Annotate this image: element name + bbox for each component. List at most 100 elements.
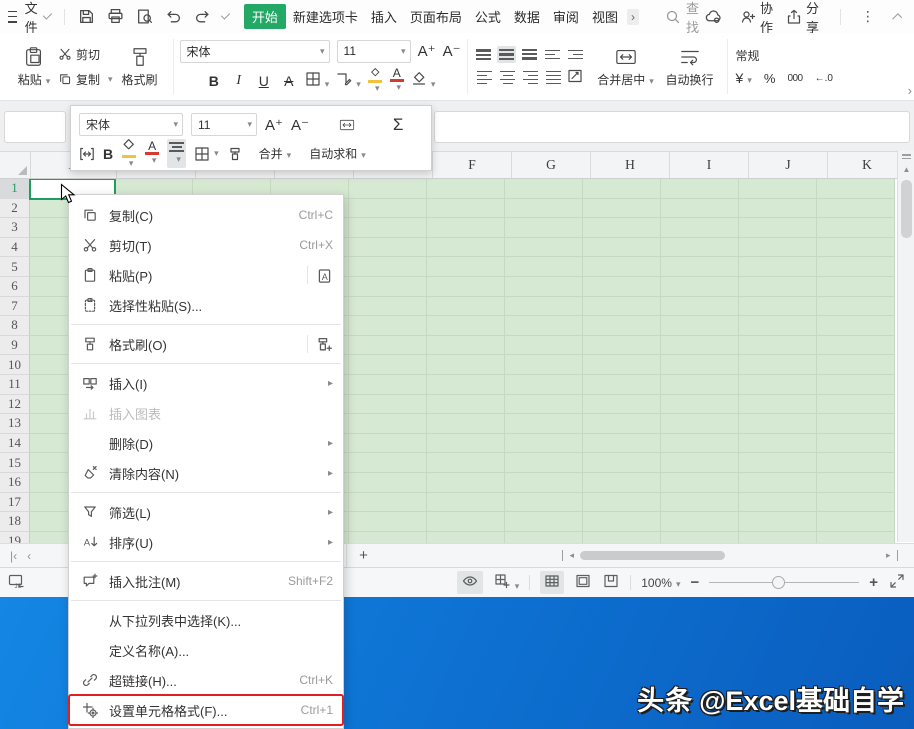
cell-H15[interactable] — [583, 453, 661, 473]
menu-item-format-painter[interactable]: 格式刷(O) — [69, 329, 343, 359]
cell-I8[interactable] — [661, 316, 739, 336]
column-header-H[interactable]: H — [591, 152, 670, 178]
cell-H9[interactable] — [583, 336, 661, 356]
cell-I13[interactable] — [661, 414, 739, 434]
cell-I2[interactable] — [661, 199, 739, 219]
menu-item-format-cells[interactable]: 设置单元格格式(F)...Ctrl+1 — [69, 695, 343, 725]
cell-E19[interactable] — [349, 532, 427, 543]
cell-F2[interactable] — [427, 199, 505, 219]
column-header-K[interactable]: K — [828, 152, 907, 178]
row-header-12[interactable]: 12 — [0, 395, 30, 415]
cell-F3[interactable] — [427, 218, 505, 238]
cell-H14[interactable] — [583, 434, 661, 454]
scrollbar-grip-icon[interactable] — [902, 158, 911, 160]
cell-H3[interactable] — [583, 218, 661, 238]
cell-G5[interactable] — [505, 257, 583, 277]
cell-J2[interactable] — [739, 199, 817, 219]
cell-I18[interactable] — [661, 512, 739, 532]
cell-E2[interactable] — [349, 199, 427, 219]
mini-merge-button[interactable]: 合并 — [259, 145, 292, 162]
cell-E13[interactable] — [349, 414, 427, 434]
cell-J14[interactable] — [739, 434, 817, 454]
cell-E12[interactable] — [349, 395, 427, 415]
format-painter-button[interactable]: 格式刷 — [113, 46, 167, 88]
menu-item-insert[interactable]: 插入(I)▸ — [69, 368, 343, 398]
cell-K10[interactable] — [817, 355, 895, 375]
merge-center-button[interactable]: 合并居中 — [593, 46, 659, 88]
cell-F16[interactable] — [427, 473, 505, 493]
tab-overflow-icon[interactable]: › — [627, 9, 639, 25]
mini-font-name-combo[interactable]: 宋体 — [79, 113, 183, 136]
mini-merge-icon[interactable] — [339, 117, 355, 133]
cell-J17[interactable] — [739, 493, 817, 513]
fill-color-button[interactable] — [368, 68, 383, 94]
cell-J9[interactable] — [739, 336, 817, 356]
cell-J4[interactable] — [739, 238, 817, 258]
search-box[interactable]: 查找 — [665, 0, 699, 36]
paste-button[interactable]: 粘贴 — [10, 46, 58, 88]
tab-审阅[interactable]: 审阅 — [547, 4, 585, 29]
prev-sheet-icon[interactable]: ‹ — [27, 549, 31, 563]
cell-G13[interactable] — [505, 414, 583, 434]
grow-font-button[interactable]: A⁺ — [418, 42, 436, 60]
cut-button[interactable]: 剪切 — [58, 46, 113, 63]
increase-indent-icon[interactable] — [566, 47, 585, 63]
cell-I6[interactable] — [661, 277, 739, 297]
cell-E15[interactable] — [349, 453, 427, 473]
scrollbar-grip-icon[interactable] — [902, 154, 911, 156]
cell-I14[interactable] — [661, 434, 739, 454]
cell-K14[interactable] — [817, 434, 895, 454]
cell-K18[interactable] — [817, 512, 895, 532]
cell-H17[interactable] — [583, 493, 661, 513]
cell-K2[interactable] — [817, 199, 895, 219]
menu-item-sort[interactable]: A排序(U)▸ — [69, 527, 343, 557]
menu-item-insert-comment[interactable]: 插入批注(M)Shift+F2 — [69, 566, 343, 596]
row-header-6[interactable]: 6 — [0, 277, 30, 297]
row-header-15[interactable]: 15 — [0, 453, 30, 473]
row-header-17[interactable]: 17 — [0, 493, 30, 513]
cell-G6[interactable] — [505, 277, 583, 297]
cell-G15[interactable] — [505, 453, 583, 473]
cell-J16[interactable] — [739, 473, 817, 493]
normal-view-icon[interactable] — [540, 571, 564, 594]
percent-button[interactable]: % — [764, 71, 776, 86]
cell-F11[interactable] — [427, 375, 505, 395]
mini-borders-button[interactable] — [194, 146, 219, 162]
add-sheet-button[interactable]: + — [359, 547, 368, 564]
row-header-13[interactable]: 13 — [0, 414, 30, 434]
thousands-separator-button[interactable]: 000 — [787, 73, 802, 84]
cell-J3[interactable] — [739, 218, 817, 238]
cell-H12[interactable] — [583, 395, 661, 415]
italic-button[interactable]: I — [230, 73, 248, 89]
cell-K5[interactable] — [817, 257, 895, 277]
first-sheet-icon[interactable]: |‹ — [10, 549, 17, 563]
mini-fill-color-button[interactable] — [121, 138, 137, 169]
row-header-18[interactable]: 18 — [0, 512, 30, 532]
wrap-text-button[interactable]: 自动换行 — [659, 46, 721, 88]
cell-K9[interactable] — [817, 336, 895, 356]
cell-F6[interactable] — [427, 277, 505, 297]
tab-开始[interactable]: 开始 — [244, 4, 286, 29]
cell-G8[interactable] — [505, 316, 583, 336]
cell-F10[interactable] — [427, 355, 505, 375]
cell-J1[interactable] — [739, 179, 817, 199]
font-name-combo[interactable]: 宋体 — [180, 40, 330, 63]
cell-J6[interactable] — [739, 277, 817, 297]
menu-item-filter[interactable]: 筛选(L)▸ — [69, 497, 343, 527]
cell-I11[interactable] — [661, 375, 739, 395]
row-header-9[interactable]: 9 — [0, 336, 30, 356]
column-header-J[interactable]: J — [749, 152, 828, 178]
cell-H13[interactable] — [583, 414, 661, 434]
cell-K3[interactable] — [817, 218, 895, 238]
cell-E18[interactable] — [349, 512, 427, 532]
row-header-14[interactable]: 14 — [0, 434, 30, 454]
cell-H11[interactable] — [583, 375, 661, 395]
menu-item-hyperlink[interactable]: 超链接(H)...Ctrl+K — [69, 665, 343, 695]
cell-I1[interactable] — [661, 179, 739, 199]
collaborate-button[interactable]: 协作 — [740, 0, 774, 36]
row-header-1[interactable]: 1 — [0, 179, 30, 199]
menu-item-define-name[interactable]: 定义名称(A)... — [69, 635, 343, 665]
mini-shrink-fit-icon[interactable] — [79, 146, 95, 162]
align-center-icon[interactable] — [498, 68, 517, 88]
cell-H2[interactable] — [583, 199, 661, 219]
